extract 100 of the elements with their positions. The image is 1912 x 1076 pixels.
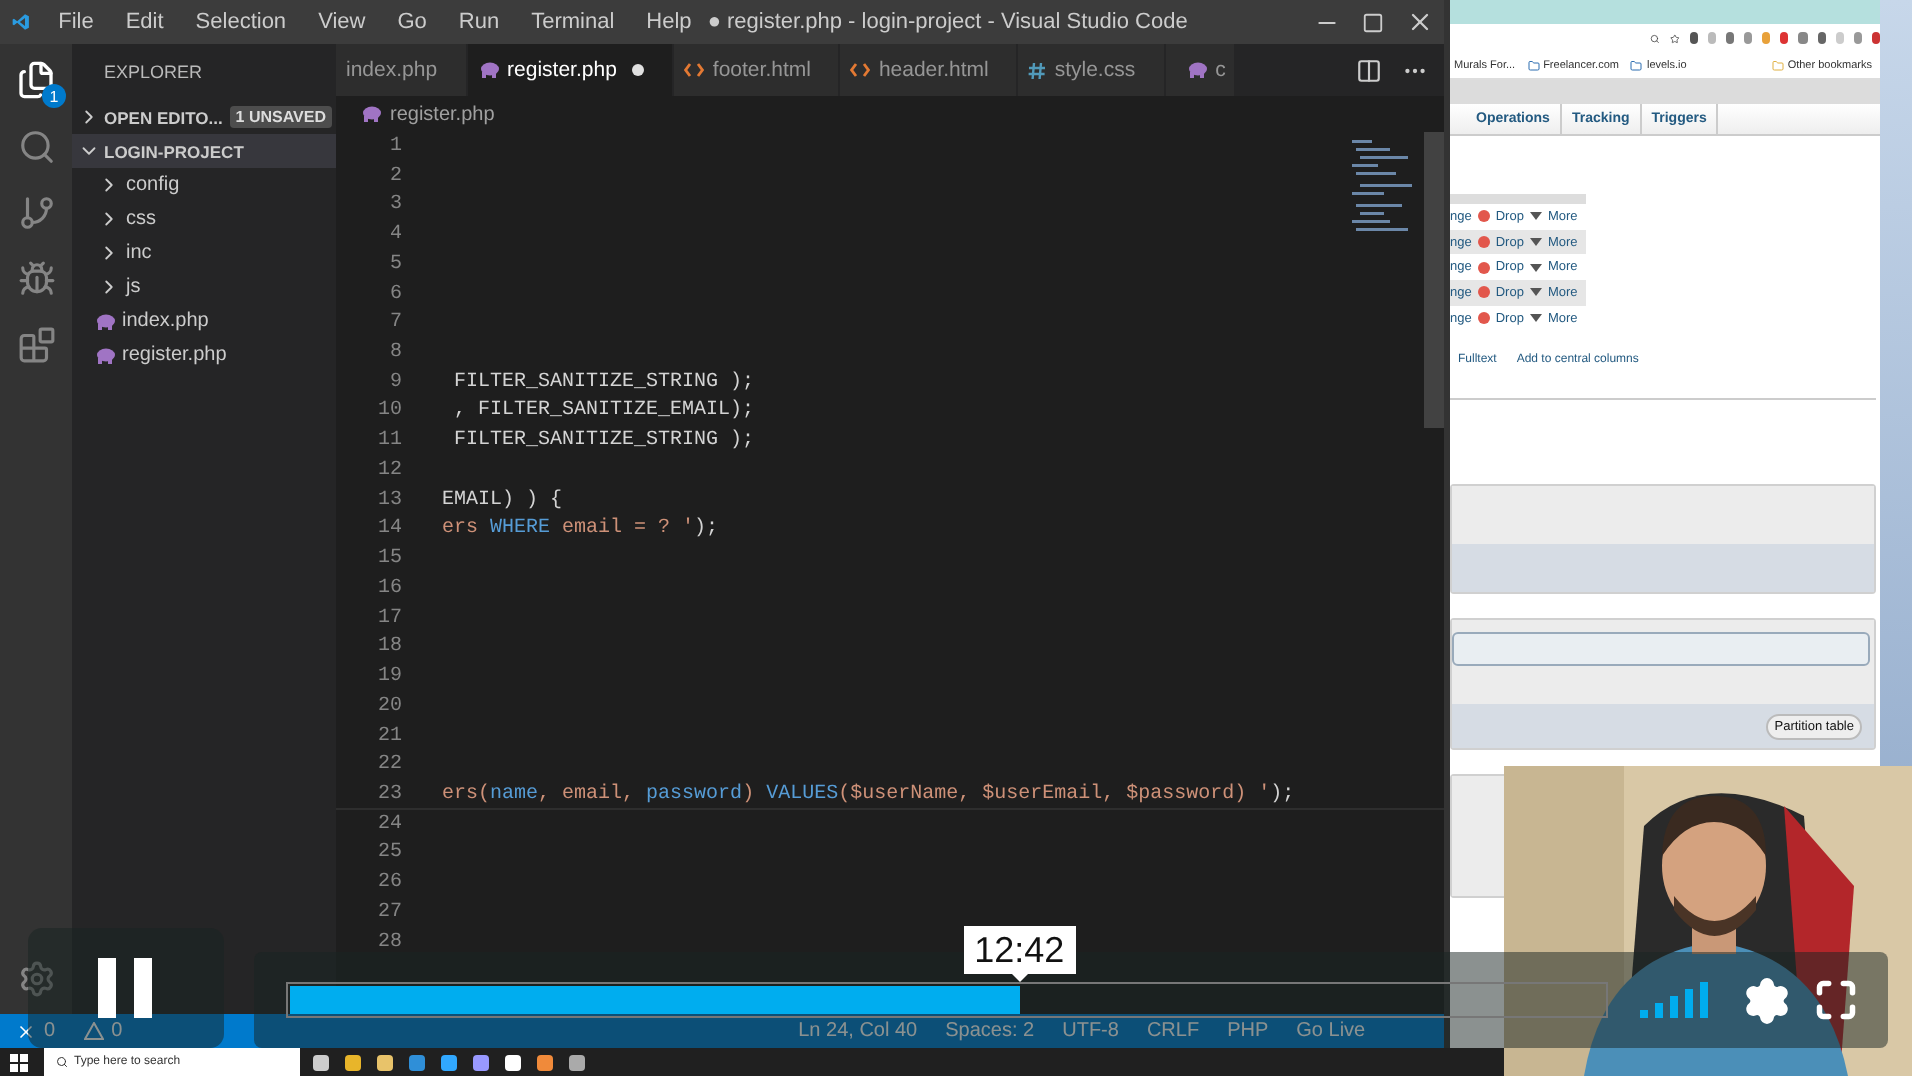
settings-icon[interactable] [1742, 975, 1792, 1025]
line-number: 26 [375, 872, 402, 895]
line-number: 21 [375, 725, 402, 748]
menu-item[interactable]: Run [442, 10, 516, 34]
bookmark-icon [1527, 59, 1540, 71]
section-label: OPEN EDITO... [104, 107, 223, 127]
search-icon[interactable] [17, 128, 55, 166]
app-logo-icon [12, 8, 31, 36]
sidebar-title: EXPLORER [102, 60, 205, 86]
search-icon [56, 1056, 68, 1068]
file-tree-item[interactable]: js [72, 270, 336, 304]
star-icon[interactable] [1669, 31, 1680, 45]
line-number: 18 [375, 636, 402, 659]
caret-icon [1529, 314, 1542, 323]
editor-tab[interactable]: footer.html [674, 44, 841, 96]
editor-tab[interactable]: header.html [840, 44, 1019, 96]
line-number: 6 [387, 283, 402, 306]
line-number: 25 [375, 842, 402, 865]
files-icon[interactable] [16, 60, 56, 100]
menu-item[interactable]: File [42, 10, 110, 34]
line-number: 24 [375, 813, 402, 836]
unsaved-dot-icon [632, 64, 645, 76]
code-brackets-icon [684, 62, 705, 78]
code-line: EMAIL) ) { [442, 489, 563, 512]
windows-icon[interactable] [10, 1053, 28, 1071]
line-number: 15 [375, 548, 402, 571]
zoom-icon[interactable] [1650, 31, 1660, 45]
line-number: 20 [375, 695, 402, 718]
caret-icon [1529, 238, 1542, 247]
notification-badge: 1 [42, 84, 66, 108]
file-tree-item[interactable]: config [72, 168, 336, 202]
bug-icon[interactable] [17, 260, 55, 298]
caret-icon [1529, 288, 1542, 297]
line-number: 11 [375, 430, 402, 453]
line-number: 22 [375, 754, 402, 777]
volume-icon[interactable] [1640, 982, 1712, 1018]
line-number: 19 [375, 666, 402, 689]
line-number: 13 [375, 489, 402, 512]
error-count: 0 [44, 1020, 56, 1042]
unsaved-badge: 1 UNSAVED [229, 106, 332, 128]
line-number: 2 [387, 165, 402, 188]
fullscreen-icon[interactable] [1814, 978, 1858, 1022]
editor-tab[interactable]: register.php [467, 44, 675, 96]
editor-tab[interactable]: c [1165, 44, 1236, 96]
line-number: 23 [375, 783, 402, 806]
elephant-icon [94, 313, 116, 329]
menu-item[interactable]: Help [630, 10, 708, 34]
section-header[interactable]: LOGIN-PROJECT [72, 134, 336, 168]
scrollbar[interactable] [1424, 132, 1444, 428]
hash-icon [1028, 61, 1047, 79]
editor-tab[interactable]: style.css [1018, 44, 1166, 96]
line-number: 5 [387, 253, 402, 276]
code-line: , FILTER_SANITIZE_EMAIL); [452, 400, 755, 423]
line-number: 9 [387, 371, 402, 394]
file-tree-item[interactable]: css [72, 202, 336, 236]
editor-tab[interactable]: index.php [336, 44, 468, 96]
bookmark-icon [1771, 59, 1784, 71]
blocks-icon[interactable] [17, 326, 55, 364]
menu-item[interactable]: Selection [179, 10, 303, 34]
split-editor-icon[interactable] [1356, 57, 1382, 83]
menu-item[interactable]: Edit [109, 10, 180, 34]
line-number: 10 [375, 400, 402, 423]
window-title: ● register.php - login-project - Visual Studio Code [707, 10, 1188, 34]
code-line: ers(name, email, password) VALUES($userName, $userEmail, $password) '); [442, 783, 1295, 806]
line-number: 16 [375, 577, 402, 600]
line-number: 4 [387, 224, 402, 247]
pause-button[interactable] [28, 928, 224, 1048]
menu-item[interactable]: View [302, 10, 382, 34]
maximize-icon[interactable] [1362, 11, 1385, 33]
line-number: 8 [387, 342, 402, 364]
input-field[interactable] [1452, 632, 1870, 667]
elephant-icon [360, 106, 382, 122]
code-line: FILTER_SANITIZE_STRING ); [452, 430, 755, 453]
error-icon [16, 1021, 36, 1041]
pause-icon [98, 958, 154, 1018]
elephant-icon [94, 347, 116, 363]
branch-icon[interactable] [17, 194, 55, 232]
section-label: LOGIN-PROJECT [104, 141, 244, 161]
menu-item[interactable]: Terminal [515, 10, 631, 34]
line-number: 1 [387, 135, 402, 158]
bookmark-icon [1630, 59, 1643, 71]
file-tree-item[interactable]: index.php [72, 304, 336, 338]
code-brackets-icon [850, 62, 871, 78]
file-tree-item[interactable]: inc [72, 236, 336, 270]
elephant-icon [1185, 62, 1208, 78]
code-line: ers WHERE email = ? '); [442, 518, 719, 541]
line-number: 7 [387, 312, 402, 335]
warning-icon [83, 1022, 104, 1040]
line-number: 14 [375, 518, 402, 541]
menu-item[interactable]: Go [381, 10, 443, 34]
line-number: 3 [387, 194, 402, 217]
line-number: 27 [375, 901, 402, 924]
caret-icon [1529, 263, 1542, 272]
file-tree-item[interactable]: register.php [72, 338, 336, 372]
caret-icon [1529, 212, 1542, 221]
warning-count: 0 [111, 1020, 123, 1042]
breadcrumb[interactable]: register.php [390, 103, 495, 125]
settings-icon[interactable] [17, 960, 55, 998]
code-line: FILTER_SANITIZE_STRING ); [452, 371, 755, 394]
line-number: 17 [375, 607, 402, 630]
